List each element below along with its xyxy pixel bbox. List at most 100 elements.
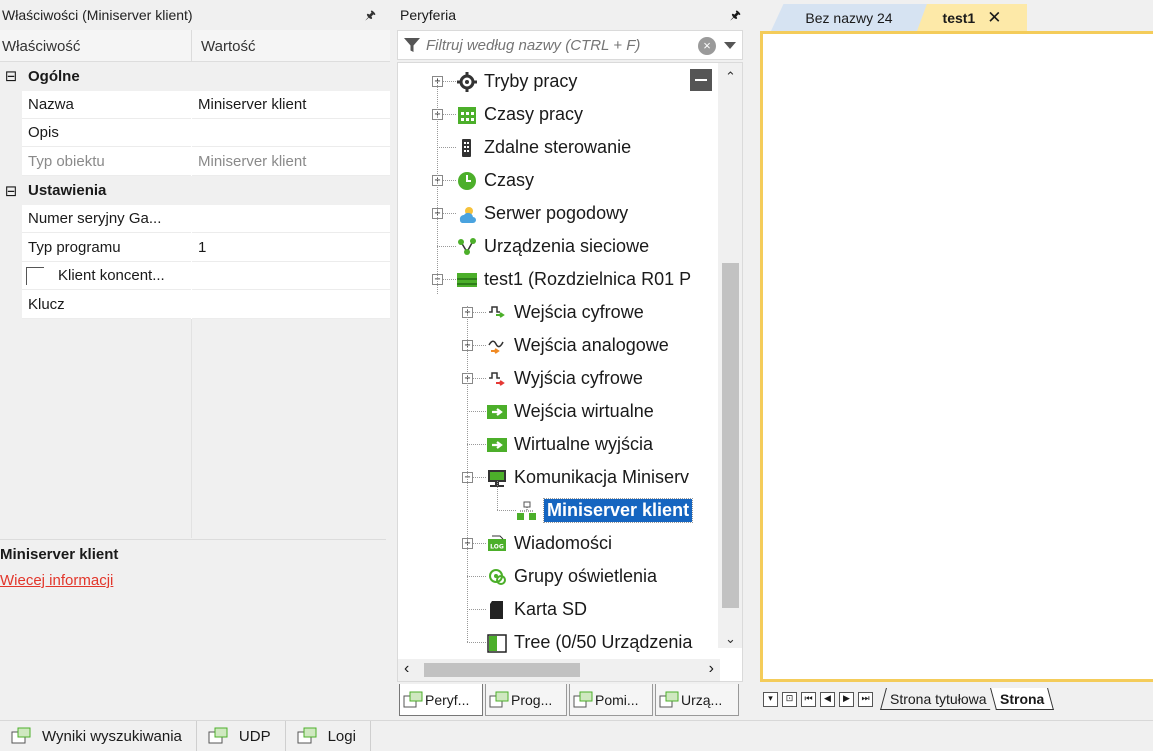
tab-udp[interactable]: UDP (197, 720, 286, 751)
document-area: Bez nazwy 24 test1 ✕ ▾ ⊡ ⏮ ◀ ▶ ⏭ Strona … (757, 0, 1153, 716)
property-value-cell[interactable] (192, 119, 390, 148)
checkbox[interactable] (26, 266, 44, 285)
tree-node[interactable]: Wyjścia cyfrowe (486, 362, 643, 395)
close-icon[interactable]: ✕ (987, 8, 1001, 28)
row-gutter (0, 147, 22, 177)
prev-page-button[interactable]: ◀ (820, 691, 835, 707)
scroll-right-icon[interactable]: › (709, 660, 714, 678)
column-header-value[interactable]: Wartość (201, 30, 255, 62)
filter-dropdown-icon[interactable] (724, 42, 736, 49)
property-value: Miniserver klient (198, 152, 307, 170)
collapse-toggle-icon[interactable]: ⊟ (0, 182, 22, 200)
tree-node-label: Wejścia analogowe (514, 335, 669, 355)
tree-node[interactable]: Serwer pogodowy (456, 197, 628, 230)
tree-node[interactable]: Komunikacja Miniserv (486, 461, 689, 494)
category-label: Ustawienia (28, 182, 107, 200)
tree-node-label: Serwer pogodowy (484, 203, 629, 223)
tree-node[interactable]: Czasy pracy (456, 98, 583, 131)
clear-filter-icon[interactable]: × (698, 37, 716, 55)
page-select-button[interactable]: ⊡ (782, 691, 797, 707)
tab-label: test1 (942, 9, 976, 26)
tree-node[interactable]: Grupy oświetlenia (486, 560, 657, 593)
tree-node[interactable]: Wejścia analogowe (486, 329, 669, 362)
tree-node[interactable]: Wirtualne wyjścia (486, 428, 653, 461)
scroll-thumb-horizontal[interactable] (424, 663, 580, 677)
scroll-up-icon[interactable]: ⌃ (725, 69, 736, 85)
collapse-all-button[interactable] (690, 69, 712, 91)
property-name-cell[interactable]: Numer seryjny Ga... (22, 205, 191, 233)
tree-node[interactable]: Czasy (456, 164, 534, 197)
property-row[interactable]: Numer seryjny Ga... (0, 205, 390, 234)
property-name-cell[interactable]: Nazwa (22, 91, 191, 119)
page-tab-current[interactable]: Strona (989, 688, 1054, 710)
tree-node[interactable]: Wejścia cyfrowe (486, 296, 644, 329)
scroll-left-icon[interactable]: ‹ (404, 660, 409, 678)
tree-node-label: Wyjścia cyfrowe (514, 368, 643, 388)
tree-node[interactable]: Wejścia wirtualne (486, 395, 654, 428)
page-tab-title[interactable]: Strona tytułowa (880, 688, 996, 710)
tree-node[interactable]: Zdalne sterowanie (456, 131, 631, 164)
tree-node[interactable]: Tree (0/50 Urządzenia (486, 626, 692, 659)
property-value-cell[interactable]: 1 (192, 234, 390, 262)
document-canvas[interactable] (760, 31, 1153, 682)
tree-node[interactable]: Karta SD (486, 593, 587, 626)
property-name-cell[interactable]: Typ programu (22, 234, 191, 262)
tree-connector (437, 147, 456, 148)
property-row[interactable]: Nazwa Miniserver klient (0, 90, 390, 120)
category-1[interactable]: ⊟ Ustawienia (0, 176, 390, 205)
network-icon (456, 236, 478, 258)
peripherals-tab-1[interactable]: Prog... (485, 684, 567, 716)
column-header-property[interactable]: Właściwość (2, 30, 80, 62)
next-page-button[interactable]: ▶ (839, 691, 854, 707)
tree-connector (467, 642, 486, 643)
property-name-cell[interactable]: Typ obiektu (22, 148, 191, 176)
peripherals-tab-3[interactable]: Urzą... (655, 684, 739, 716)
tree-node[interactable]: test1 (Rozdzielnica R01 P (456, 263, 691, 296)
scroll-thumb[interactable] (722, 263, 739, 608)
property-value: Miniserver klient (198, 95, 307, 113)
tree-vertical-scrollbar[interactable]: ⌃ ⌄ (718, 63, 742, 648)
peripherals-tab-2[interactable]: Pomi... (569, 684, 653, 716)
document-tabs: Bez nazwy 24 test1 ✕ (757, 0, 1153, 31)
property-value-cell[interactable] (192, 291, 390, 319)
filter-input[interactable] (426, 36, 696, 54)
property-value-cell[interactable] (192, 262, 390, 291)
tab-test1[interactable]: test1 ✕ (917, 4, 1027, 31)
first-page-button[interactable]: ⏮ (801, 691, 816, 707)
tab-bez-nazwy-24[interactable]: Bez nazwy 24 (771, 4, 927, 31)
column-separator[interactable] (191, 30, 192, 62)
page-tab-label: Strona tytułowa (890, 690, 987, 707)
tree-node[interactable]: Urządzenia sieciowe (456, 230, 649, 263)
page-menu-button[interactable]: ▾ (763, 691, 778, 707)
property-value-cell[interactable] (192, 205, 390, 233)
property-row[interactable]: Typ obiektu Miniserver klient (0, 147, 390, 177)
tab-logs[interactable]: Logi (286, 720, 371, 751)
last-page-button[interactable]: ⏭ (858, 691, 873, 707)
tree-horizontal-scrollbar[interactable]: ‹ › (398, 659, 720, 681)
property-row[interactable]: Typ programu 1 (0, 233, 390, 263)
tree-node[interactable]: Miniserver klient (516, 494, 694, 527)
property-value-cell[interactable]: Miniserver klient (192, 91, 390, 119)
window-icon (489, 691, 509, 707)
peripherals-tab-0[interactable]: Peryf... (399, 684, 483, 716)
property-name-cell[interactable]: Klucz (22, 291, 191, 319)
property-row[interactable]: Opis (0, 119, 390, 148)
pin-icon[interactable]: 🖈 (730, 6, 741, 27)
collapse-toggle-icon[interactable]: ⊟ (0, 67, 22, 85)
tree-node[interactable]: LOG Wiadomości (486, 527, 612, 560)
tree-node[interactable]: Tryby pracy (456, 65, 577, 98)
row-gutter (0, 290, 22, 320)
property-name-cell[interactable]: Klient koncent... (22, 262, 191, 291)
page-tab-label: Strona (999, 690, 1044, 707)
tab-search-results[interactable]: Wyniki wyszukiwania (0, 720, 197, 751)
property-row[interactable]: Klucz (0, 290, 390, 320)
window-icon (297, 727, 317, 744)
tab-label: Peryf... (425, 691, 470, 708)
property-name-cell[interactable]: Opis (22, 119, 191, 148)
tree-connector (497, 481, 498, 510)
scroll-down-icon[interactable]: ⌄ (725, 631, 736, 647)
pin-icon[interactable]: 🖈 (365, 6, 376, 27)
property-row[interactable]: Klient koncent... (0, 262, 390, 291)
more-info-link[interactable]: Wiecej informacji (0, 572, 113, 589)
category-0[interactable]: ⊟ Ogólne (0, 62, 390, 91)
